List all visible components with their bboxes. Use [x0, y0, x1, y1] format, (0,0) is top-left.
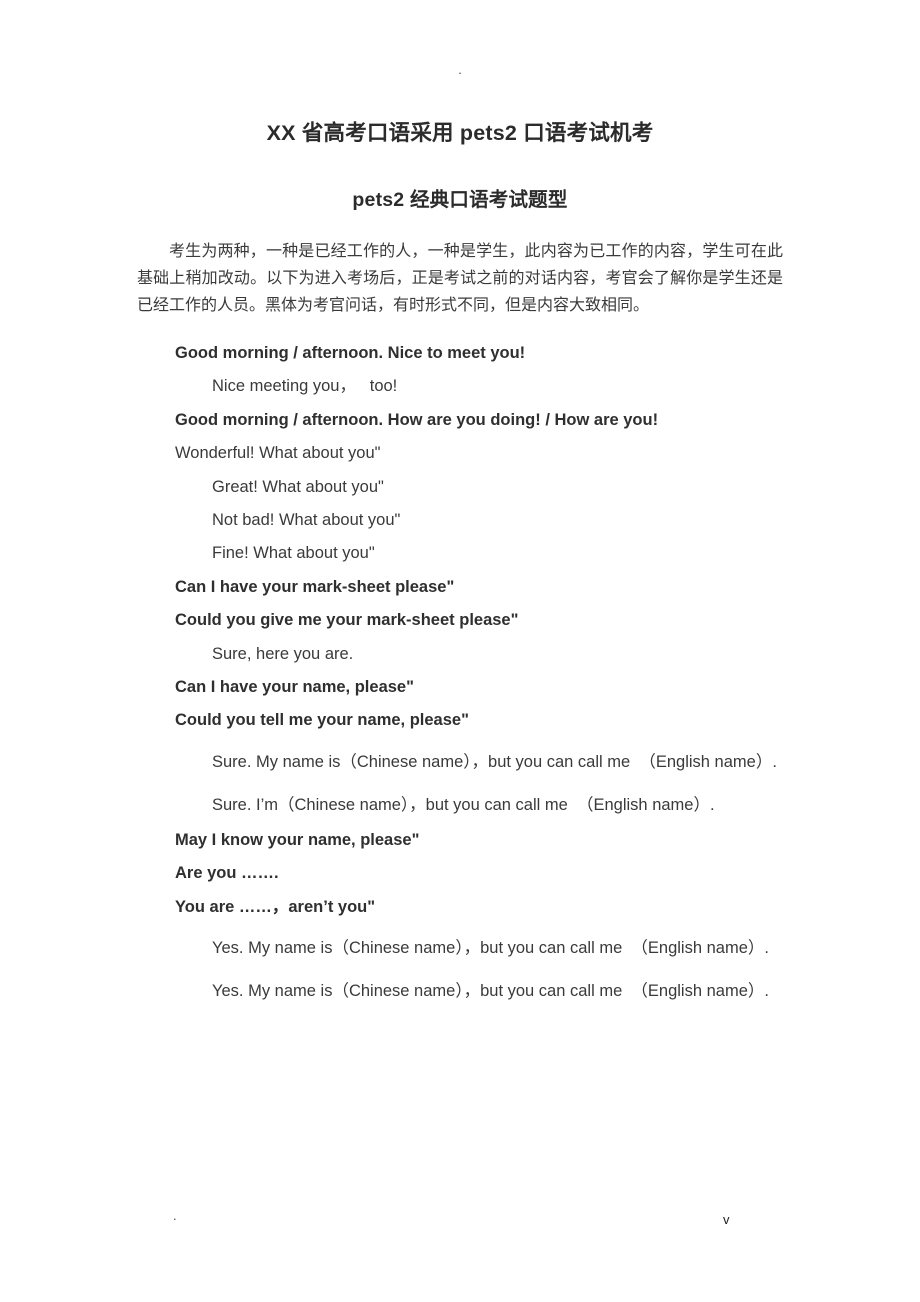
- dialogue-line-candidate: Sure. I’m（Chinese name），but you can call…: [212, 795, 715, 814]
- document-page: . XX 省高考口语采用 pets2 口语考试机考 pets2 经典口语考试题型…: [0, 0, 920, 1302]
- dialogue-line-examiner: Can I have your mark-sheet please": [175, 577, 455, 596]
- page-subtitle: pets2 经典口语考试题型: [352, 189, 568, 211]
- dialogue-line-examiner: Can I have your name, please": [175, 678, 414, 697]
- dialogue-line-candidate: Sure. My name is（Chinese name），but you c…: [212, 752, 777, 771]
- dialogue-line-examiner: You are ……，aren’t you": [175, 897, 376, 916]
- dialogue-line-candidate: Great! What about you": [212, 477, 384, 496]
- dialogue-line-examiner: Good morning / afternoon. How are you do…: [175, 410, 659, 429]
- intro-paragraph: 考生为两种，一种是已经工作的人，一种是学生，此内容为已工作的内容，学生可在此基础…: [137, 243, 783, 314]
- dialogue-line-candidate: Wonderful! What about you": [175, 444, 381, 463]
- dialogue-line-candidate: Yes. My name is（Chinese name），but you ca…: [212, 939, 769, 958]
- dialogue-line-examiner: Good morning / afternoon. Nice to meet y…: [175, 344, 526, 362]
- footer-artifact-mark-left: .: [173, 1208, 177, 1223]
- dialogue-line-candidate: Not bad! What about you": [212, 511, 401, 530]
- dialogue-line-candidate: Sure, here you are.: [212, 644, 354, 663]
- dialogue-line-examiner: May I know your name, please": [175, 830, 420, 849]
- dialogue-list: Good morning / afternoon. Nice to meet y…: [137, 337, 783, 1010]
- dialogue-line-examiner: Could you tell me your name, please": [175, 711, 469, 730]
- document-content: XX 省高考口语采用 pets2 口语考试机考 pets2 经典口语考试题型 考…: [137, 118, 783, 1010]
- footer-artifact-mark-right: v: [723, 1212, 730, 1227]
- dialogue-line-examiner: Are you …….: [175, 864, 279, 883]
- dialogue-line-candidate: Nice meeting you， too!: [212, 377, 398, 396]
- dialogue-line-examiner: Could you give me your mark-sheet please…: [175, 611, 519, 630]
- dialogue-line-candidate: Yes. My name is（Chinese name），but you ca…: [212, 982, 769, 1001]
- header-artifact-mark: .: [458, 62, 462, 77]
- dialogue-line-candidate: Fine! What about you": [212, 544, 375, 563]
- page-title: XX 省高考口语采用 pets2 口语考试机考: [266, 121, 654, 145]
